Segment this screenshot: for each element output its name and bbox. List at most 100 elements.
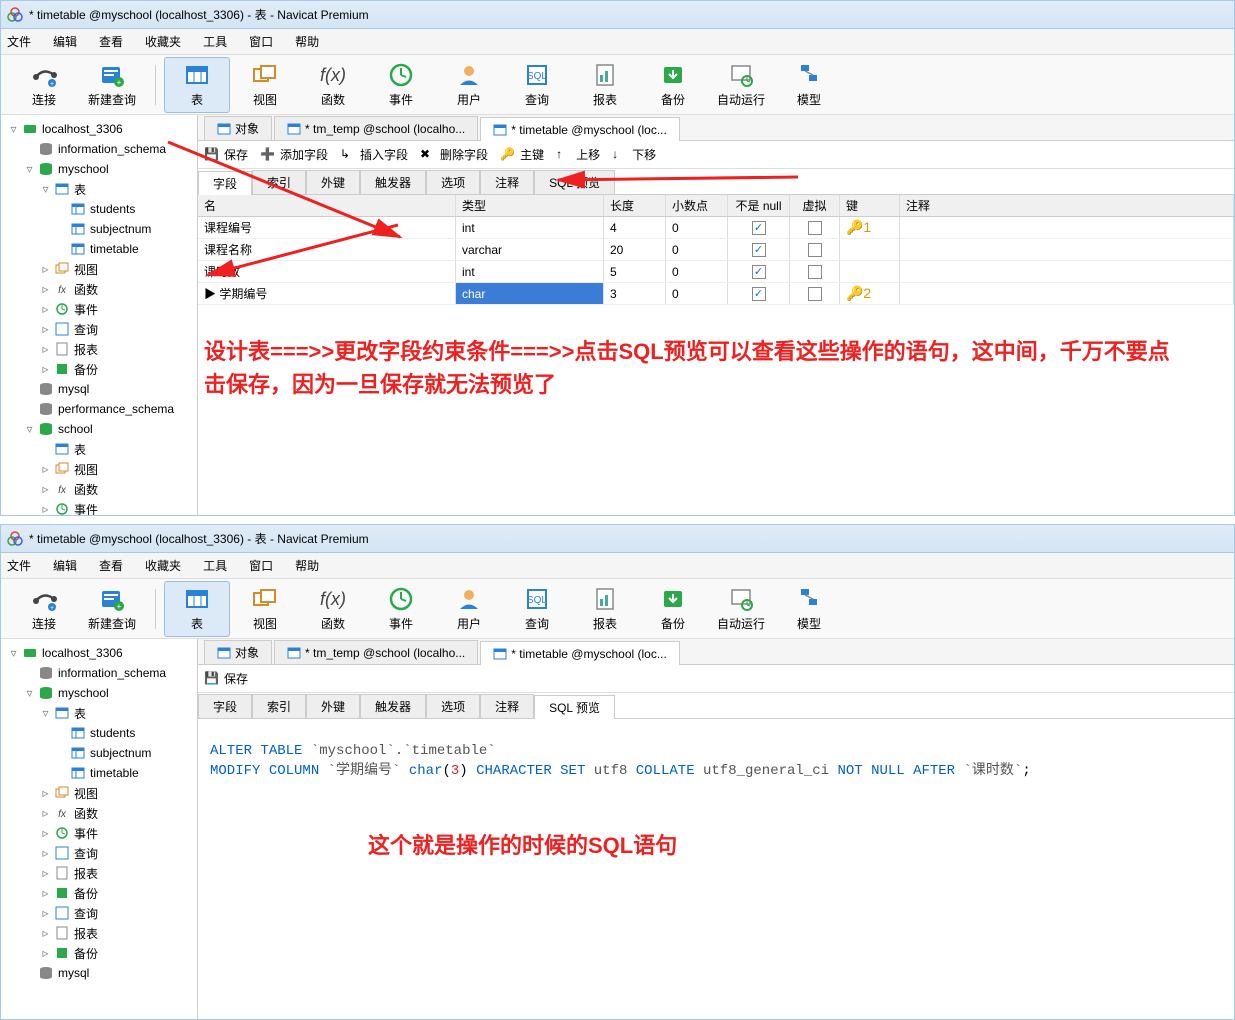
design-tab-选项[interactable]: 选项 <box>426 694 480 718</box>
tree-报表[interactable]: ▹报表 <box>1 339 197 359</box>
action-添加字段[interactable]: ➕添加字段 <box>260 146 328 163</box>
action-保存[interactable]: 💾保存 <box>204 670 248 687</box>
tree-视图[interactable]: ▹视图 <box>1 459 197 479</box>
tree-查询[interactable]: ▹查询 <box>1 903 197 923</box>
expand-icon[interactable]: ▹ <box>39 302 52 316</box>
notnull-checkbox[interactable] <box>752 287 766 301</box>
design-tab-索引[interactable]: 索引 <box>252 694 306 718</box>
toolbtn-备份[interactable]: 备份 <box>640 581 706 637</box>
toolbtn-报表[interactable]: 报表 <box>572 57 638 113</box>
tree-查询[interactable]: ▹查询 <box>1 843 197 863</box>
expand-icon[interactable]: ▹ <box>39 886 52 900</box>
expand-icon[interactable]: ▿ <box>23 162 36 176</box>
expand-icon[interactable]: ▹ <box>39 826 52 840</box>
design-tab-注释[interactable]: 注释 <box>480 694 534 718</box>
expand-icon[interactable]: ▹ <box>39 342 52 356</box>
expand-icon[interactable]: ▹ <box>39 806 52 820</box>
tree-函数[interactable]: ▹fx函数 <box>1 279 197 299</box>
menu-窗口[interactable]: 窗口 <box>249 33 273 50</box>
expand-icon[interactable]: ▿ <box>7 646 20 660</box>
expand-icon[interactable]: ▹ <box>39 846 52 860</box>
tree-timetable[interactable]: timetable <box>1 763 197 783</box>
col-header[interactable]: 名 <box>198 195 456 216</box>
tree-localhost_3306[interactable]: ▿localhost_3306 <box>1 119 197 139</box>
tree-information_schema[interactable]: information_schema <box>1 139 197 159</box>
tree-事件[interactable]: ▹事件 <box>1 299 197 319</box>
tree-performance_schema[interactable]: performance_schema <box>1 399 197 419</box>
toolbtn-函数[interactable]: f(x)函数 <box>300 57 366 113</box>
action-主键[interactable]: 🔑主键 <box>500 146 544 163</box>
menu-文件[interactable]: 文件 <box>7 33 31 50</box>
toolbtn-连接[interactable]: +连接 <box>11 57 77 113</box>
toolbtn-模型[interactable]: 模型 <box>776 57 842 113</box>
doc-tab[interactable]: * timetable @myschool (loc... <box>480 117 680 141</box>
menu-查看[interactable]: 查看 <box>99 557 123 574</box>
expand-icon[interactable]: ▹ <box>39 946 52 960</box>
tree-视图[interactable]: ▹视图 <box>1 783 197 803</box>
tree-事件[interactable]: ▹事件 <box>1 823 197 843</box>
doc-tab[interactable]: * timetable @myschool (loc... <box>480 641 680 665</box>
toolbtn-备份[interactable]: 备份 <box>640 57 706 113</box>
tree-myschool[interactable]: ▿myschool <box>1 683 197 703</box>
col-header[interactable]: 键 <box>840 195 900 216</box>
toolbtn-视图[interactable]: 视图 <box>232 57 298 113</box>
doc-tab[interactable]: * tm_temp @school (localho... <box>274 640 478 664</box>
tree-localhost_3306[interactable]: ▿localhost_3306 <box>1 643 197 663</box>
expand-icon[interactable]: ▿ <box>39 182 52 196</box>
field-row[interactable]: ▶ 学期编号char30🔑2 <box>198 283 1234 305</box>
action-上移[interactable]: ↑上移 <box>556 146 600 163</box>
expand-icon[interactable]: ▹ <box>39 322 52 336</box>
tree-subjectnum[interactable]: subjectnum <box>1 219 197 239</box>
design-tab-选项[interactable]: 选项 <box>426 170 480 194</box>
toolbtn-表[interactable]: 表 <box>164 581 230 637</box>
menu-查看[interactable]: 查看 <box>99 33 123 50</box>
col-header[interactable]: 注释 <box>900 195 1234 216</box>
virtual-checkbox[interactable] <box>808 265 822 279</box>
expand-icon[interactable]: ▹ <box>39 502 52 515</box>
notnull-checkbox[interactable] <box>752 243 766 257</box>
virtual-checkbox[interactable] <box>808 221 822 235</box>
tree-school[interactable]: ▿school <box>1 419 197 439</box>
expand-icon[interactable]: ▿ <box>23 422 36 436</box>
toolbtn-查询[interactable]: SQL查询 <box>504 57 570 113</box>
expand-icon[interactable]: ▹ <box>39 866 52 880</box>
toolbtn-连接[interactable]: +连接 <box>11 581 77 637</box>
col-header[interactable]: 不是 null <box>728 195 790 216</box>
toolbtn-视图[interactable]: 视图 <box>232 581 298 637</box>
expand-icon[interactable]: ▹ <box>39 786 52 800</box>
field-row[interactable]: 课程编号int40🔑1 <box>198 217 1234 239</box>
design-tab-注释[interactable]: 注释 <box>480 170 534 194</box>
doc-tab[interactable]: * tm_temp @school (localho... <box>274 116 478 140</box>
expand-icon[interactable]: ▿ <box>23 686 36 700</box>
menu-帮助[interactable]: 帮助 <box>295 557 319 574</box>
tree-students[interactable]: students <box>1 199 197 219</box>
tree-报表[interactable]: ▹报表 <box>1 863 197 883</box>
action-删除字段[interactable]: ✖删除字段 <box>420 146 488 163</box>
virtual-checkbox[interactable] <box>808 287 822 301</box>
tree-表[interactable]: ▿表 <box>1 179 197 199</box>
design-tab-触发器[interactable]: 触发器 <box>360 170 426 194</box>
toolbtn-事件[interactable]: 事件 <box>368 581 434 637</box>
toolbtn-新建查询[interactable]: +新建查询 <box>79 57 145 113</box>
toolbtn-报表[interactable]: 报表 <box>572 581 638 637</box>
notnull-checkbox[interactable] <box>752 221 766 235</box>
expand-icon[interactable]: ▿ <box>7 122 20 136</box>
expand-icon[interactable]: ▹ <box>39 362 52 376</box>
design-tab-索引[interactable]: 索引 <box>252 170 306 194</box>
connection-tree[interactable]: ▿localhost_3306information_schema▿myscho… <box>1 115 198 515</box>
tree-报表[interactable]: ▹报表 <box>1 923 197 943</box>
menu-收藏夹[interactable]: 收藏夹 <box>145 33 181 50</box>
design-tab-SQL 预览[interactable]: SQL 预览 <box>534 695 615 719</box>
design-tab-字段[interactable]: 字段 <box>198 171 252 195</box>
toolbtn-事件[interactable]: 事件 <box>368 57 434 113</box>
tree-查询[interactable]: ▹查询 <box>1 319 197 339</box>
expand-icon[interactable]: ▹ <box>39 482 52 496</box>
tree-表[interactable]: 表 <box>1 439 197 459</box>
action-下移[interactable]: ↓下移 <box>612 146 656 163</box>
toolbtn-用户[interactable]: 用户 <box>436 57 502 113</box>
col-header[interactable]: 类型 <box>456 195 604 216</box>
tree-myschool[interactable]: ▿myschool <box>1 159 197 179</box>
tree-函数[interactable]: ▹fx函数 <box>1 803 197 823</box>
menu-窗口[interactable]: 窗口 <box>249 557 273 574</box>
doc-tab[interactable]: 对象 <box>204 640 272 664</box>
